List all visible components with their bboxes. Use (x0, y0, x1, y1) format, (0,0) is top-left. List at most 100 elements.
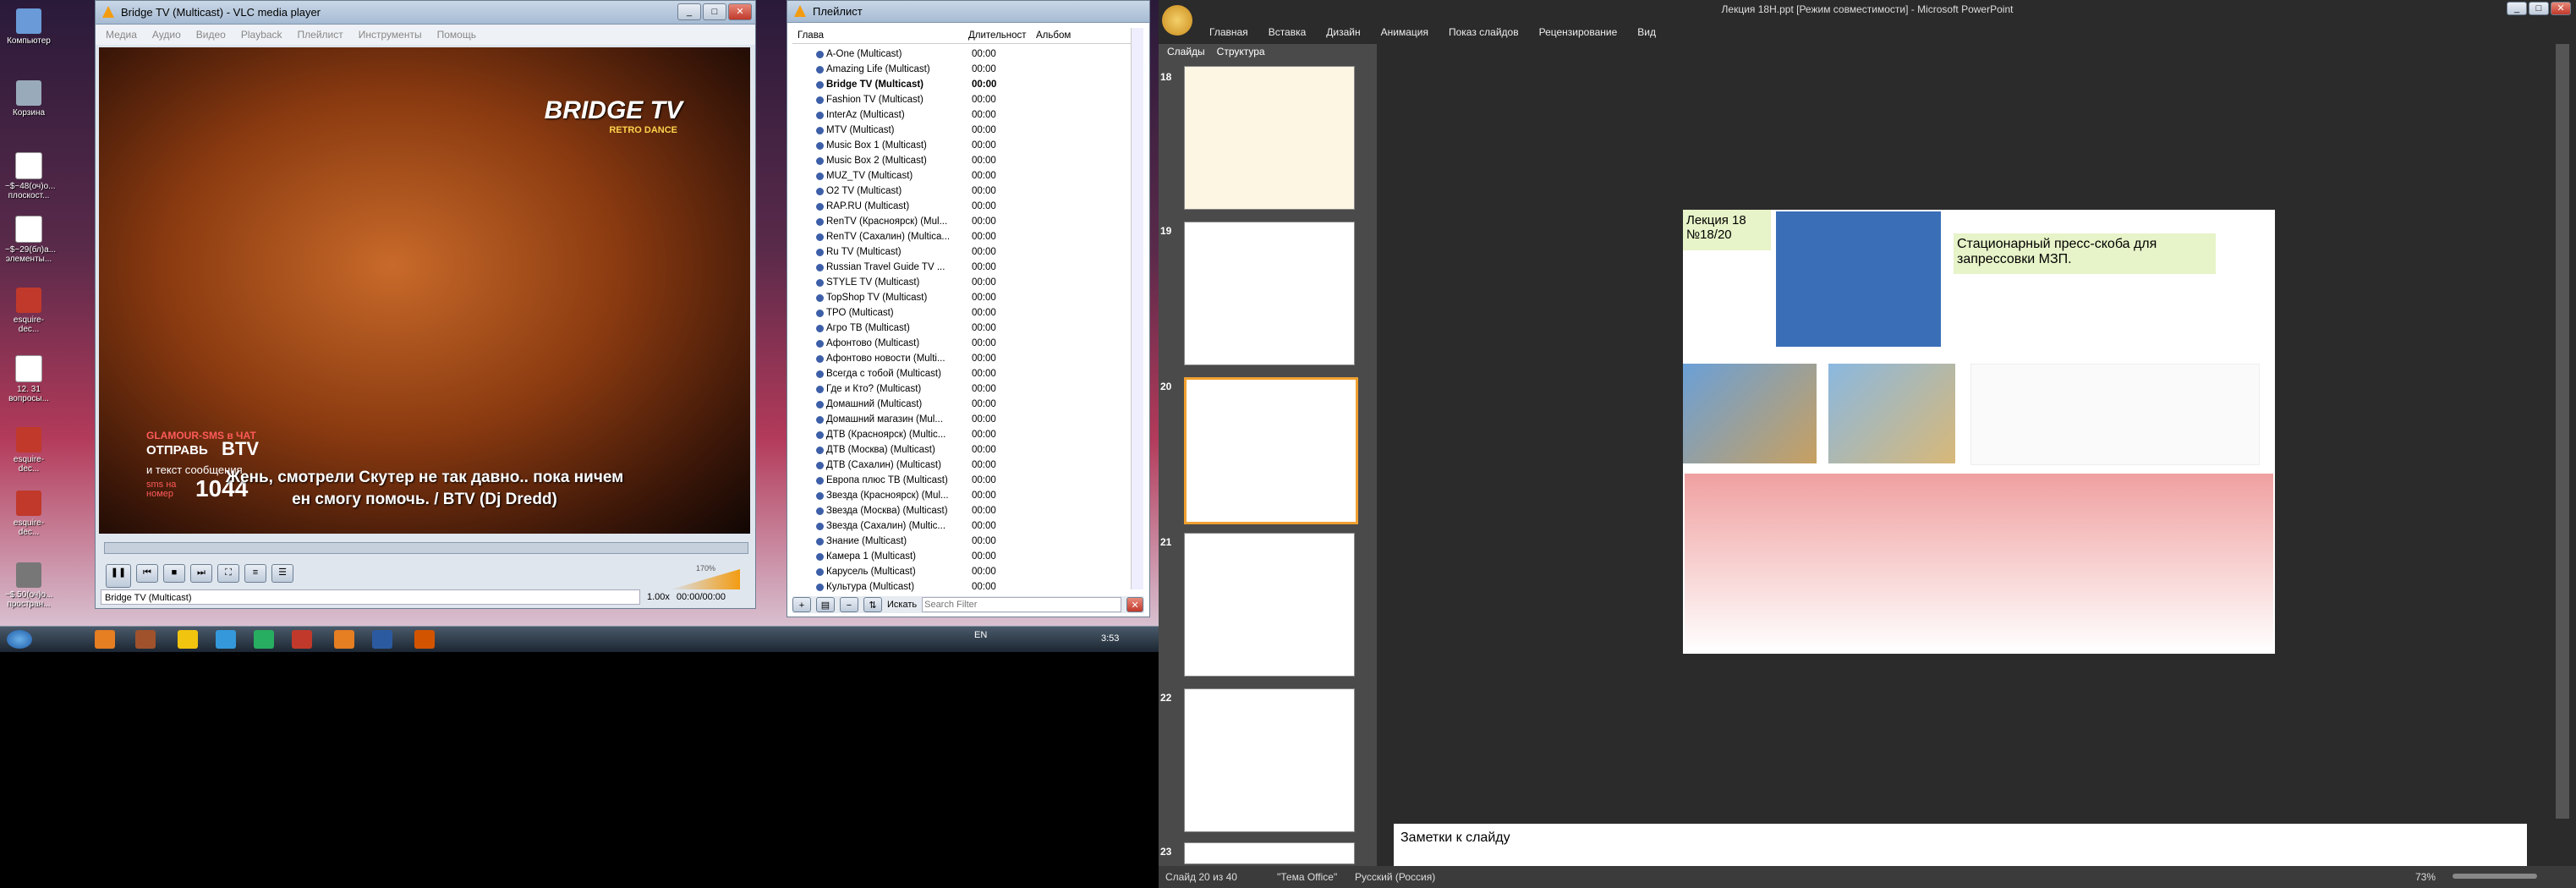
column-title[interactable]: Глава (792, 28, 968, 43)
playlist-item[interactable]: ДТВ (Москва) (Multicast) 00:00 (792, 442, 1114, 458)
app-icon[interactable] (292, 630, 312, 649)
office-button[interactable] (1162, 5, 1192, 36)
playlist-item[interactable]: ДТВ (Сахалин) (Multicast) 00:00 (792, 458, 1114, 473)
playlist-item[interactable]: Знание (Multicast) 00:00 (792, 534, 1114, 549)
desktop-icon-file[interactable]: ~$~48(оч)о... плоскост... (5, 152, 55, 200)
tab-slideshow[interactable]: Показ слайдов (1449, 20, 1519, 44)
add-icon[interactable]: + (792, 597, 811, 612)
clear-search-icon[interactable]: ✕ (1126, 597, 1144, 612)
desktop-icon-file[interactable]: ~$~29(бл)а... элементы... (5, 216, 56, 264)
app-icon[interactable] (135, 630, 156, 649)
fullscreen-button[interactable]: ⛶ (217, 564, 239, 583)
playlist-item[interactable]: MUZ_TV (Multicast) 00:00 (792, 168, 1114, 184)
desktop-icon-file[interactable]: 12. 31 вопросы... (5, 355, 52, 403)
playlist-item[interactable]: Звезда (Москва) (Multicast) 00:00 (792, 503, 1114, 518)
playlist-item[interactable]: O2 TV (Multicast) 00:00 (792, 184, 1114, 199)
playlist-item[interactable]: Камера 1 (Multicast) 00:00 (792, 549, 1114, 564)
sort-icon[interactable]: ⇅ (863, 597, 882, 612)
video-area[interactable]: BRIDGE TV RETRO DANCE GLAMOUR-SMS в ЧАТ … (99, 47, 750, 534)
tab-design[interactable]: Дизайн (1326, 20, 1360, 44)
folder-icon[interactable] (178, 630, 198, 649)
desktop-icon-file[interactable]: esquire-dec... (5, 288, 52, 334)
previous-button[interactable]: ⏮ (136, 564, 158, 583)
desktop-icon-computer[interactable]: Компьютер (5, 8, 52, 46)
tab-insert[interactable]: Вставка (1269, 20, 1307, 44)
slide-thumbnail[interactable] (1184, 842, 1355, 864)
playlist-item[interactable]: Домашний магазин (Mul... 00:00 (792, 412, 1114, 427)
extended-settings-button[interactable]: ≡ (244, 564, 266, 583)
language-indicator[interactable]: EN (974, 630, 987, 640)
maximize-button[interactable]: □ (2529, 2, 2549, 15)
app-icon[interactable] (216, 630, 236, 649)
playlist-item[interactable]: Культура (Multicast) 00:00 (792, 579, 1114, 595)
menu-audio[interactable]: Аудио (152, 25, 181, 45)
vlc-taskbar-icon[interactable] (334, 630, 354, 649)
tab-review[interactable]: Рецензирование (1539, 20, 1618, 44)
playlist-item[interactable]: Где и Кто? (Multicast) 00:00 (792, 381, 1114, 397)
menu-tools[interactable]: Инструменты (359, 25, 422, 45)
playlist-item[interactable]: Звезда (Красноярск) (Mul... 00:00 (792, 488, 1114, 503)
playlist-item[interactable]: MTV (Multicast) 00:00 (792, 123, 1114, 138)
language-status[interactable]: Русский (Россия) (1355, 866, 1435, 888)
remove-icon[interactable]: − (840, 597, 858, 612)
tab-view[interactable]: Вид (1637, 20, 1656, 44)
playlist-item[interactable]: Всегда с тобой (Multicast) 00:00 (792, 366, 1114, 381)
playlist-item[interactable]: STYLE TV (Multicast) 00:00 (792, 275, 1114, 290)
tab-home[interactable]: Главная (1209, 20, 1248, 44)
slide-canvas[interactable]: Лекция 18 №18/20 Стационарный пресс-скоб… (1683, 210, 2275, 654)
playlist-item[interactable]: RenTV (Сахалин) (Multica... 00:00 (792, 229, 1114, 244)
playlist-item[interactable]: Домашний (Multicast) 00:00 (792, 397, 1114, 412)
playlist-item[interactable]: Amazing Life (Multicast) 00:00 (792, 62, 1114, 77)
word-taskbar-icon[interactable] (372, 630, 392, 649)
column-album[interactable]: Альбом (1036, 28, 1071, 43)
clock[interactable]: 3:53 (1101, 633, 1119, 644)
slide-thumbnail[interactable] (1184, 533, 1355, 677)
menu-playback[interactable]: Playback (241, 25, 282, 45)
maximize-button[interactable]: □ (703, 3, 726, 20)
playlist-item[interactable]: RAP.RU (Multicast) 00:00 (792, 199, 1114, 214)
desktop-icon-recycle[interactable]: Корзина (5, 80, 52, 118)
playlist-item[interactable]: Music Box 2 (Multicast) 00:00 (792, 153, 1114, 168)
app-icon[interactable] (254, 630, 274, 649)
playlist-item-playing[interactable]: Bridge TV (Multicast) 00:00 (792, 77, 1114, 92)
zoom-level[interactable]: 73% (2415, 866, 2436, 888)
next-button[interactable]: ⏭ (190, 564, 212, 583)
minimize-button[interactable]: _ (2507, 2, 2527, 15)
playlist-item[interactable]: Russian Travel Guide TV ... 00:00 (792, 260, 1114, 275)
playlist-item[interactable]: RenTV (Красноярск) (Mul... 00:00 (792, 214, 1114, 229)
minimize-button[interactable]: _ (677, 3, 701, 20)
firefox-icon[interactable] (95, 630, 115, 649)
elapsed-time[interactable]: 00:00/00:00 (677, 589, 726, 605)
playlist-item[interactable]: Афонтово новости (Multi... 00:00 (792, 351, 1114, 366)
powerpoint-taskbar-icon[interactable] (414, 630, 435, 649)
list-icon[interactable]: ▤ (816, 597, 835, 612)
seek-bar[interactable] (104, 542, 748, 554)
playlist-titlebar[interactable]: Плейлист (787, 1, 1149, 23)
playlist-item[interactable]: ДТВ (Красноярск) (Multic... 00:00 (792, 427, 1114, 442)
pause-button[interactable]: ❚❚ (106, 564, 131, 588)
playlist-item[interactable]: Music Box 1 (Multicast) 00:00 (792, 138, 1114, 153)
playlist-item[interactable]: Ru TV (Multicast) 00:00 (792, 244, 1114, 260)
playlist-item[interactable]: Афонтово (Multicast) 00:00 (792, 336, 1114, 351)
slide-thumbnail[interactable] (1184, 66, 1355, 210)
menu-video[interactable]: Видео (196, 25, 226, 45)
tab-outline[interactable]: Структура (1217, 44, 1265, 59)
playback-speed[interactable]: 1.00x (647, 589, 670, 605)
theme-name[interactable]: "Тема Office" (1277, 866, 1337, 888)
playlist-item[interactable]: ТРО (Multicast) 00:00 (792, 305, 1114, 321)
menu-playlist[interactable]: Плейлист (298, 25, 343, 45)
start-button[interactable] (7, 630, 32, 649)
desktop-icon-file[interactable]: esquire-dec... (5, 427, 52, 474)
playlist-item[interactable]: InterAz (Multicast) 00:00 (792, 107, 1114, 123)
vlc-titlebar[interactable]: Bridge TV (Multicast) - VLC media player… (96, 1, 755, 25)
column-duration[interactable]: Длительност (968, 28, 1036, 43)
stop-button[interactable]: ■ (163, 564, 185, 583)
menu-help[interactable]: Помощь (437, 25, 476, 45)
search-filter-input[interactable] (922, 597, 1122, 612)
slide-thumbnail[interactable] (1184, 688, 1355, 832)
desktop-icon-file[interactable]: ~$.50(оч)о... простран... (5, 562, 52, 609)
playlist-item[interactable]: Карусель (Multicast) 00:00 (792, 564, 1114, 579)
slide-thumbnail-selected[interactable] (1184, 377, 1358, 524)
menu-media[interactable]: Медиа (106, 25, 137, 45)
tab-slides[interactable]: Слайды (1167, 44, 1205, 59)
